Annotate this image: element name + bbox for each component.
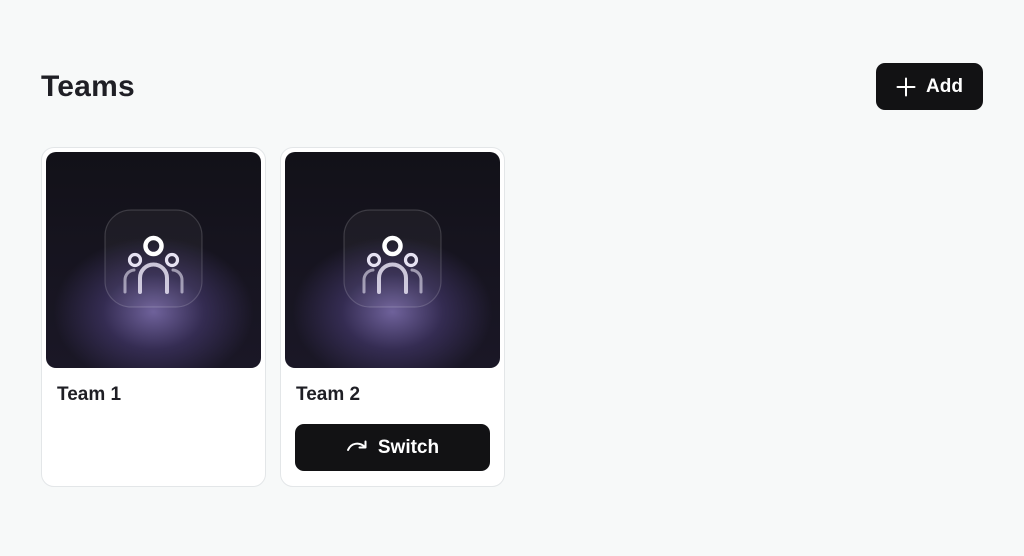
team-name: Team 2 [296,384,361,405]
add-button-label: Add [926,75,963,97]
add-team-button[interactable]: Add [876,63,983,110]
team-card[interactable]: Team 2 Switch [280,147,505,487]
team-icon [343,209,442,308]
team-list: Team 1 Team 2 Switch [41,147,505,487]
teams-page: Teams Add Team 1 Team 2 Switch [0,0,1024,556]
page-title: Teams [41,69,135,103]
team-thumbnail [285,152,500,368]
plus-icon [896,77,916,97]
team-card[interactable]: Team 1 [41,147,266,487]
switch-button-label: Switch [377,436,440,458]
team-icon [104,209,203,308]
redo-arrow-icon [346,437,368,459]
team-thumbnail [46,152,261,368]
team-name: Team 1 [57,384,122,405]
switch-team-button[interactable]: Switch [295,424,490,471]
page-header: Teams Add [41,63,983,110]
